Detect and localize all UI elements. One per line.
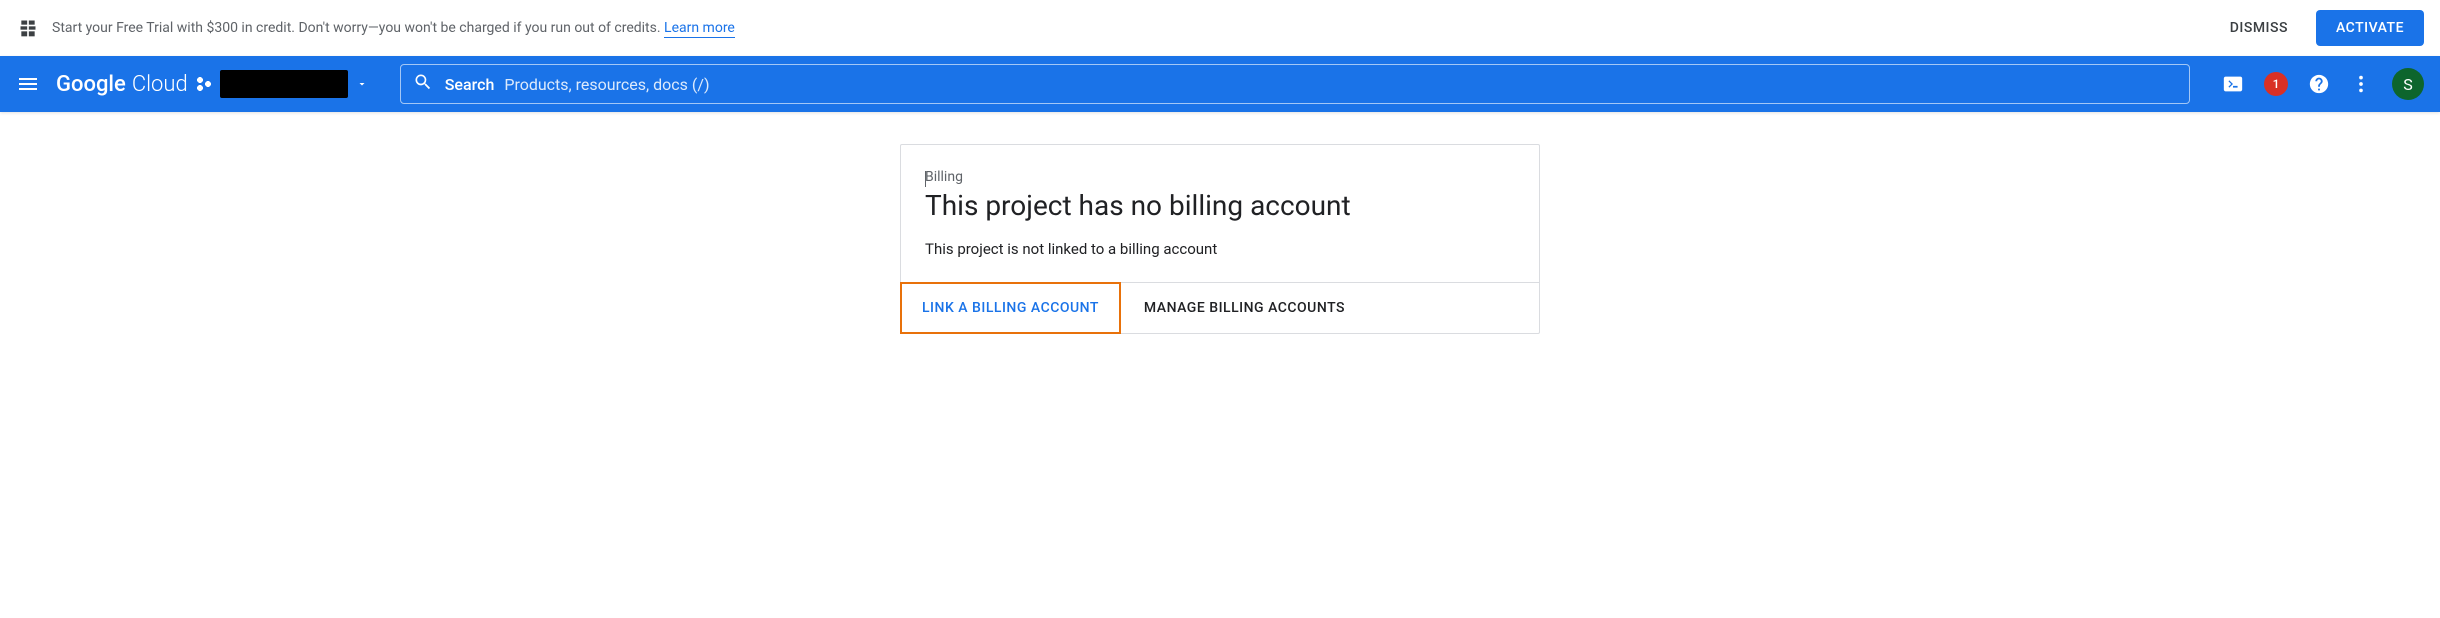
help-icon[interactable] (2308, 73, 2330, 95)
main-content: Billing This project has no billing acco… (0, 112, 2440, 334)
notification-badge[interactable]: 1 (2264, 72, 2288, 96)
activate-button[interactable]: ACTIVATE (2316, 10, 2424, 46)
card-actions: LINK A BILLING ACCOUNT MANAGE BILLING AC… (901, 282, 1539, 333)
hamburger-menu-icon[interactable] (16, 72, 40, 96)
trial-text: Start your Free Trial with $300 in credi… (52, 20, 2202, 36)
cloud-shell-icon[interactable] (2222, 73, 2244, 95)
billing-card: Billing This project has no billing acco… (900, 144, 1540, 334)
learn-more-link[interactable]: Learn more (664, 20, 735, 38)
main-header: Google Cloud Search 1 (0, 56, 2440, 112)
more-vert-icon[interactable] (2350, 73, 2372, 95)
chevron-down-icon (356, 75, 368, 94)
card-description: This project is not linked to a billing … (925, 240, 1515, 258)
card-title: This project has no billing account (925, 189, 1515, 222)
search-bar[interactable]: Search (400, 64, 2190, 104)
logo-text-google: Google (56, 72, 126, 97)
header-actions: 1 S (2222, 68, 2424, 100)
project-selector[interactable] (212, 70, 368, 98)
project-name (234, 76, 334, 92)
link-billing-account-button[interactable]: LINK A BILLING ACCOUNT (900, 282, 1121, 334)
search-input[interactable] (504, 75, 2177, 94)
user-avatar[interactable]: S (2392, 68, 2424, 100)
logo[interactable]: Google Cloud (56, 72, 188, 97)
logo-text-cloud: Cloud (132, 72, 188, 97)
card-subtitle: Billing (925, 169, 1515, 185)
trial-banner: Start your Free Trial with $300 in credi… (0, 0, 2440, 56)
dismiss-button[interactable]: DISMISS (2214, 12, 2304, 44)
manage-billing-accounts-button[interactable]: MANAGE BILLING ACCOUNTS (1124, 283, 1365, 333)
search-label: Search (445, 75, 495, 94)
gift-icon (16, 16, 40, 40)
trial-message: Start your Free Trial with $300 in credi… (52, 20, 664, 36)
search-icon (413, 72, 433, 96)
